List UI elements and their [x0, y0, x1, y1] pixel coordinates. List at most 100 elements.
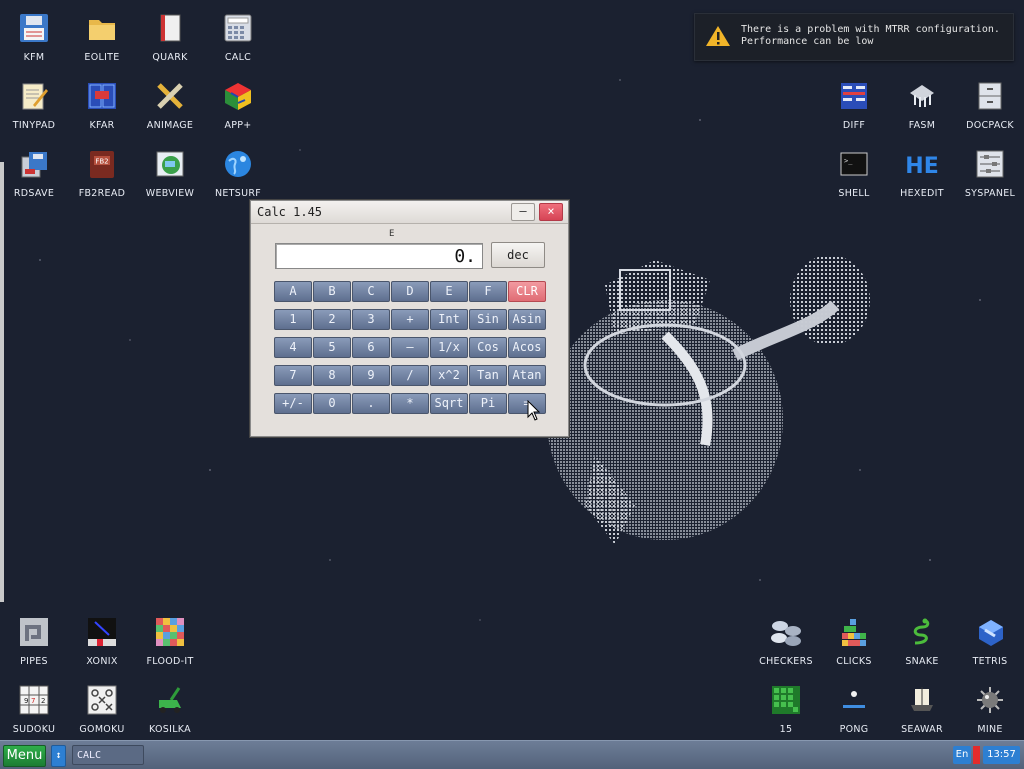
desktop-icon-shell[interactable]: >_ SHELL — [820, 146, 888, 210]
desktop-icon-kosilka[interactable]: KOSILKA — [136, 682, 204, 746]
key-divide[interactable]: / — [391, 365, 429, 386]
taskbar-item-calc[interactable]: CALC — [72, 745, 144, 765]
key-7[interactable]: 7 — [274, 365, 312, 386]
desktop-icon-label: KOSILKA — [149, 724, 191, 735]
e-indicator: E — [389, 229, 395, 239]
notepad-icon — [16, 78, 52, 114]
mtrr-warning-notification[interactable]: There is a problem with MTRR configurati… — [694, 13, 1014, 61]
key-d[interactable]: D — [391, 281, 429, 302]
desktop-icon-syspanel[interactable]: SYSPANEL — [956, 146, 1024, 210]
desktop-icon-label: FASM — [908, 120, 936, 131]
desktop-icon-fb2read[interactable]: FB2 FB2READ — [68, 146, 136, 210]
key-f[interactable]: F — [469, 281, 507, 302]
seawar-icon — [904, 682, 940, 718]
calc-titlebar[interactable]: Calc 1.45 – × — [251, 201, 568, 224]
key-tan[interactable]: Tan — [469, 365, 507, 386]
key-pi[interactable]: Pi — [469, 393, 507, 414]
clock[interactable]: 13:57 — [983, 746, 1020, 764]
key-5[interactable]: 5 — [313, 337, 351, 358]
left-edge-panel — [0, 162, 4, 602]
desktop-icon-calc[interactable]: CALC — [204, 10, 272, 74]
calculator-icon — [220, 10, 256, 46]
menu-button[interactable]: Menu — [3, 745, 46, 767]
desktop-icon-label: EOLITE — [84, 52, 120, 63]
terminal-icon: >_ — [836, 146, 872, 182]
desktop-icon-tinypad[interactable]: TINYPAD — [0, 78, 68, 142]
desktop-icon-pipes[interactable]: PIPES — [0, 614, 68, 678]
desktop-icon-xonix[interactable]: XONIX — [68, 614, 136, 678]
desktop-icon-label: MINE — [977, 724, 1003, 735]
desktop-icon-diff[interactable]: DIFF — [820, 78, 888, 142]
key-reciprocal[interactable]: 1/x — [430, 337, 468, 358]
desktop-icon-sudoku[interactable]: 972 SUDOKU — [0, 682, 68, 746]
key-sin[interactable]: Sin — [469, 309, 507, 330]
key-a[interactable]: A — [274, 281, 312, 302]
number-base-button[interactable]: dec — [491, 242, 545, 268]
desktop-icon-rdsave[interactable]: RDSAVE — [0, 146, 68, 210]
key-1[interactable]: 1 — [274, 309, 312, 330]
desktop-icon-pong[interactable]: PONG — [820, 682, 888, 746]
key-decimal[interactable]: . — [352, 393, 390, 414]
desktop-icon-app-plus[interactable]: APP+ — [204, 78, 272, 142]
desktop-icon-animage[interactable]: ANIMAGE — [136, 78, 204, 142]
key-sqrt[interactable]: Sqrt — [430, 393, 468, 414]
taskbar: Menu ↕ CALC En 13:57 — [0, 740, 1024, 769]
snake-icon — [904, 614, 940, 650]
key-int[interactable]: Int — [430, 309, 468, 330]
desktop-icon-label: FLOOD-IT — [146, 656, 194, 667]
key-multiply[interactable]: * — [391, 393, 429, 414]
key-0[interactable]: 0 — [313, 393, 351, 414]
desktop-icon-mine[interactable]: MINE — [956, 682, 1024, 746]
folder-icon — [84, 10, 120, 46]
key-c[interactable]: C — [352, 281, 390, 302]
desktop-icon-eolite[interactable]: EOLITE — [68, 10, 136, 74]
minimize-button[interactable]: – — [511, 203, 535, 221]
language-indicator[interactable]: En — [953, 746, 971, 764]
desktop-icon-label: 15 — [779, 724, 793, 735]
svg-text:HE: HE — [906, 154, 938, 179]
key-9[interactable]: 9 — [352, 365, 390, 386]
desktop-icon-docpack[interactable]: DOCPACK — [956, 78, 1024, 142]
desktop-icon-clicks[interactable]: CLICKS — [820, 614, 888, 678]
hex-icon: HE — [904, 146, 940, 182]
key-b[interactable]: B — [313, 281, 351, 302]
desktop-icon-flood-it[interactable]: FLOOD-IT — [136, 614, 204, 678]
desktop-icon-label: DIFF — [842, 120, 866, 131]
desktop-icon-hexedit[interactable]: HE HEXEDIT — [888, 146, 956, 210]
diff-icon — [836, 78, 872, 114]
calc-window[interactable]: Calc 1.45 – × E 0. dec A B C D E F CLR 1… — [250, 200, 569, 437]
close-button[interactable]: × — [539, 203, 563, 221]
notification-line-1: There is a problem with MTRR configurati… — [741, 24, 1000, 35]
desktop-icon-snake[interactable]: SNAKE — [888, 614, 956, 678]
key-asin[interactable]: Asin — [508, 309, 546, 330]
flood-grid-icon — [152, 614, 188, 650]
key-6[interactable]: 6 — [352, 337, 390, 358]
desktop-icon-label: TETRIS — [972, 656, 1008, 667]
desktop-icon-webview[interactable]: WEBVIEW — [136, 146, 204, 210]
desktop-icon-gomoku[interactable]: GOMOKU — [68, 682, 136, 746]
desktop-icon-checkers[interactable]: CHECKERS — [752, 614, 820, 678]
key-8[interactable]: 8 — [313, 365, 351, 386]
desktop-icon-quark[interactable]: QUARK — [136, 10, 204, 74]
desktop-icon-label: SUDOKU — [12, 724, 56, 735]
desktop-icon-label: TINYPAD — [12, 120, 56, 131]
switch-arrows-icon[interactable]: ↕ — [51, 745, 66, 767]
desktop-icon-fasm[interactable]: FASM — [888, 78, 956, 142]
key-minus[interactable]: – — [391, 337, 429, 358]
key-cos[interactable]: Cos — [469, 337, 507, 358]
clear-button[interactable]: CLR — [508, 281, 546, 302]
key-negate[interactable]: +/- — [274, 393, 312, 414]
desktop-icon-kfar[interactable]: KFAR — [68, 78, 136, 142]
key-4[interactable]: 4 — [274, 337, 312, 358]
key-atan[interactable]: Atan — [508, 365, 546, 386]
key-acos[interactable]: Acos — [508, 337, 546, 358]
desktop-icon-seawar[interactable]: SEAWAR — [888, 682, 956, 746]
key-e[interactable]: E — [430, 281, 468, 302]
desktop-icon-kfm[interactable]: KFM — [0, 10, 68, 74]
desktop-icon-tetris[interactable]: TETRIS — [956, 614, 1024, 678]
key-2[interactable]: 2 — [313, 309, 351, 330]
desktop-icon-15[interactable]: 15 — [752, 682, 820, 746]
key-3[interactable]: 3 — [352, 309, 390, 330]
key-square[interactable]: x^2 — [430, 365, 468, 386]
key-plus[interactable]: + — [391, 309, 429, 330]
